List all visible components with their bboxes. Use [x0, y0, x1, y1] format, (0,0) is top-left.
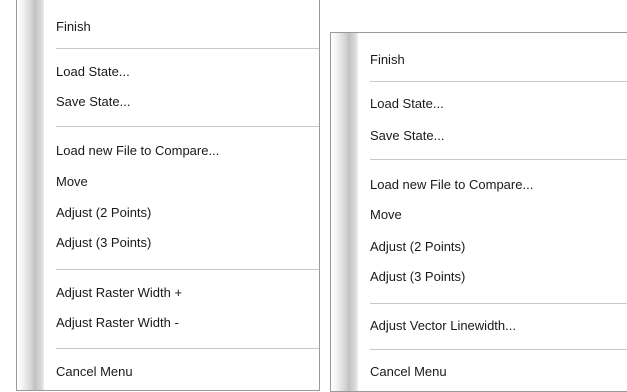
menu-item-load-new-file-to-compare[interactable]: Load new File to Compare...	[370, 177, 533, 193]
menu-item-cancel-menu[interactable]: Cancel Menu	[370, 364, 447, 380]
menu-item-load-new-file-to-compare[interactable]: Load new File to Compare...	[56, 143, 219, 159]
menu-item-adjust-vector-linewidth[interactable]: Adjust Vector Linewidth...	[370, 318, 516, 334]
menu-item-cancel-menu[interactable]: Cancel Menu	[56, 364, 133, 380]
menu-item-adjust-3-points[interactable]: Adjust (3 Points)	[56, 235, 151, 251]
menu-item-adjust-2-points[interactable]: Adjust (2 Points)	[56, 205, 151, 221]
menu-item-adjust-raster-width-minus[interactable]: Adjust Raster Width -	[56, 315, 179, 331]
context-menu-raster: Finish Load State... Save State... Load …	[16, 0, 320, 391]
menu-gutter	[17, 0, 44, 390]
menu-item-move[interactable]: Move	[56, 174, 88, 190]
menu-separator	[370, 303, 627, 304]
menu-gutter	[331, 33, 358, 391]
menu-separator	[370, 349, 627, 350]
menu-item-finish[interactable]: Finish	[56, 19, 91, 35]
menu-separator	[370, 159, 627, 160]
context-menu-vector: Finish Load State... Save State... Load …	[330, 32, 627, 392]
menu-separator	[56, 126, 319, 127]
menu-item-save-state[interactable]: Save State...	[370, 128, 444, 144]
menu-item-adjust-3-points[interactable]: Adjust (3 Points)	[370, 269, 465, 285]
menu-separator	[56, 48, 319, 49]
menu-item-move[interactable]: Move	[370, 207, 402, 223]
menu-separator	[56, 269, 319, 270]
menu-item-adjust-2-points[interactable]: Adjust (2 Points)	[370, 239, 465, 255]
menu-separator	[56, 348, 319, 349]
menu-separator	[370, 81, 627, 82]
menu-item-finish[interactable]: Finish	[370, 52, 405, 68]
menu-item-save-state[interactable]: Save State...	[56, 94, 130, 110]
menu-item-adjust-raster-width-plus[interactable]: Adjust Raster Width +	[56, 285, 182, 301]
menu-item-load-state[interactable]: Load State...	[56, 64, 130, 80]
menu-item-load-state[interactable]: Load State...	[370, 96, 444, 112]
